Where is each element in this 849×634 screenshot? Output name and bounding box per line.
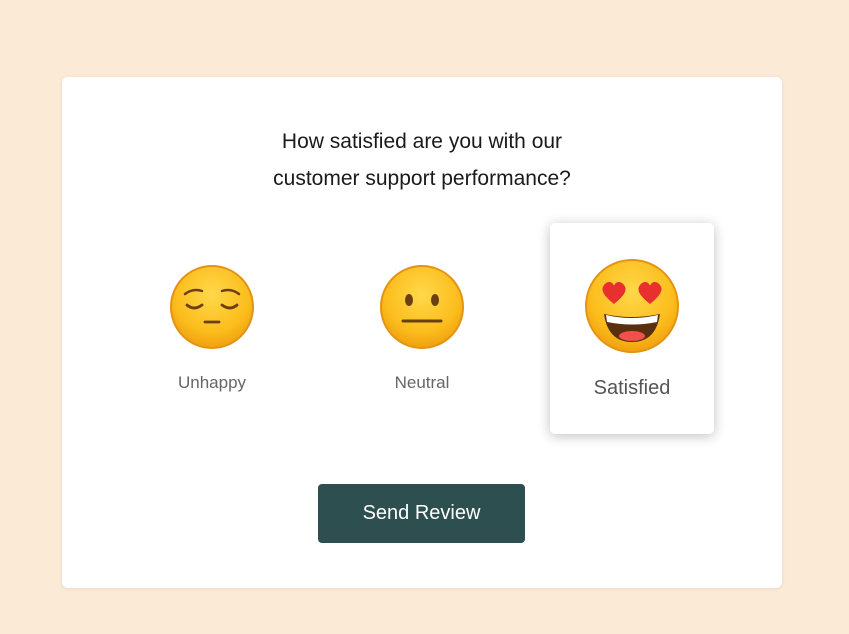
option-label-satisfied: Satisfied [593, 377, 671, 399]
question-line-2: customer support performance? [273, 167, 571, 190]
pensive-face-icon [170, 265, 254, 349]
option-unhappy[interactable]: Unhappy [130, 223, 294, 434]
option-satisfied[interactable]: Satisfied [550, 223, 714, 434]
option-label-neutral: Neutral [394, 373, 450, 392]
option-label-unhappy: Unhappy [177, 373, 247, 392]
review-card: How satisfied are you with our customer … [62, 77, 782, 588]
question-line-1: How satisfied are you with our [281, 130, 563, 153]
neutral-face-icon [380, 265, 464, 349]
heart-eyes-face-icon [585, 259, 679, 353]
send-review-button[interactable]: Send Review [318, 484, 525, 543]
question-text: How satisfied are you with our customer … [62, 123, 782, 197]
option-neutral[interactable]: Neutral [340, 223, 504, 434]
